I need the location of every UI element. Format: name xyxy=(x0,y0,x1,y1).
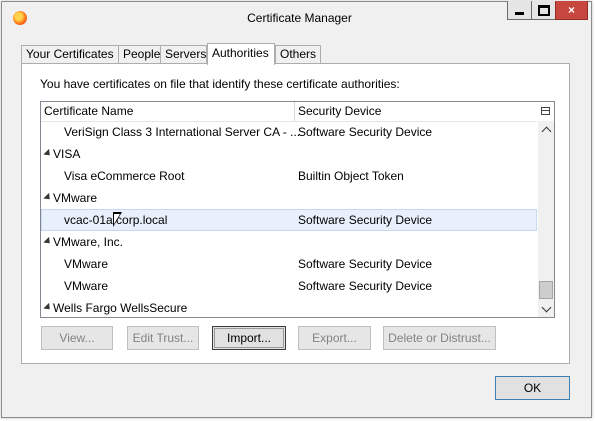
tab-people[interactable]: People xyxy=(118,45,161,64)
tree-group-row[interactable]: VMware xyxy=(41,187,537,209)
expand-twisty-icon[interactable] xyxy=(43,192,53,203)
mouse-pointer-icon xyxy=(113,212,122,227)
close-icon: × xyxy=(567,3,575,17)
expand-twisty-icon[interactable] xyxy=(43,148,53,159)
column-picker-button[interactable] xyxy=(538,103,553,119)
expand-twisty-icon[interactable] xyxy=(43,302,53,313)
intro-text: You have certificates on file that ident… xyxy=(40,77,400,91)
authorities-panel: You have certificates on file that ident… xyxy=(21,63,570,364)
chevron-down-icon xyxy=(541,302,551,312)
scroll-down-button[interactable] xyxy=(538,301,554,317)
close-button[interactable]: × xyxy=(555,1,588,20)
certificate-name: VMware xyxy=(64,279,109,293)
chevron-up-icon xyxy=(541,126,551,136)
certificate-name: VeriSign Class 3 International Server CA… xyxy=(64,125,301,139)
tab-your-certificates[interactable]: Your Certificates xyxy=(21,45,119,64)
security-device: Software Security Device xyxy=(298,257,433,271)
tab-authorities[interactable]: Authorities xyxy=(207,43,275,65)
import-button[interactable]: Import... xyxy=(212,326,286,350)
delete-or-distrust-button[interactable]: Delete or Distrust... xyxy=(383,326,496,350)
export-button[interactable]: Export... xyxy=(298,326,371,350)
scroll-up-button[interactable] xyxy=(538,121,554,137)
tree-group-row[interactable]: VISA xyxy=(41,143,537,165)
group-name: VMware, Inc. xyxy=(53,235,124,249)
maximize-button[interactable] xyxy=(531,1,556,20)
group-name: VMware xyxy=(53,191,98,205)
certificate-tree[interactable]: Certificate Name Security Device VeriSig… xyxy=(40,101,555,318)
maximize-icon xyxy=(537,4,550,16)
ok-button[interactable]: OK xyxy=(495,376,570,400)
minimize-button[interactable] xyxy=(507,1,532,20)
view-button[interactable]: View... xyxy=(41,326,113,350)
tree-row[interactable]: VeriSign Class 3 International Server CA… xyxy=(41,121,537,143)
security-device: Software Security Device xyxy=(298,213,433,227)
tab-servers[interactable]: Servers xyxy=(160,45,207,64)
expand-twisty-icon[interactable] xyxy=(43,236,53,247)
tree-header: Certificate Name Security Device xyxy=(41,102,537,122)
minimize-icon xyxy=(515,11,524,15)
column-header-security-device[interactable]: Security Device xyxy=(298,104,381,118)
tree-group-row[interactable]: VMware, Inc. xyxy=(41,231,537,253)
security-device: Software Security Device xyxy=(298,125,433,139)
column-separator[interactable] xyxy=(294,102,295,121)
group-name: Wells Fargo WellsSecure xyxy=(53,301,188,315)
security-device: Software Security Device xyxy=(298,279,433,293)
edit-trust-button[interactable]: Edit Trust... xyxy=(127,326,199,350)
security-device: Builtin Object Token xyxy=(298,169,404,183)
tree-row[interactable]: VMware Software Security Device xyxy=(41,253,537,275)
tree-row[interactable]: Visa eCommerce Root Builtin Object Token xyxy=(41,165,537,187)
scroll-thumb[interactable] xyxy=(539,281,553,299)
column-header-certificate-name[interactable]: Certificate Name xyxy=(44,104,133,118)
tree-row[interactable]: VMware Software Security Device xyxy=(41,275,537,297)
column-picker-icon xyxy=(541,107,550,115)
certificate-name: Visa eCommerce Root xyxy=(64,169,185,183)
group-name: VISA xyxy=(53,147,81,161)
certificate-name: VMware xyxy=(64,257,109,271)
tree-group-row[interactable]: Wells Fargo WellsSecure xyxy=(41,297,537,317)
tab-others[interactable]: Others xyxy=(275,45,321,64)
title-bar[interactable]: Certificate Manager xyxy=(2,2,591,32)
vertical-scrollbar[interactable] xyxy=(538,121,554,317)
